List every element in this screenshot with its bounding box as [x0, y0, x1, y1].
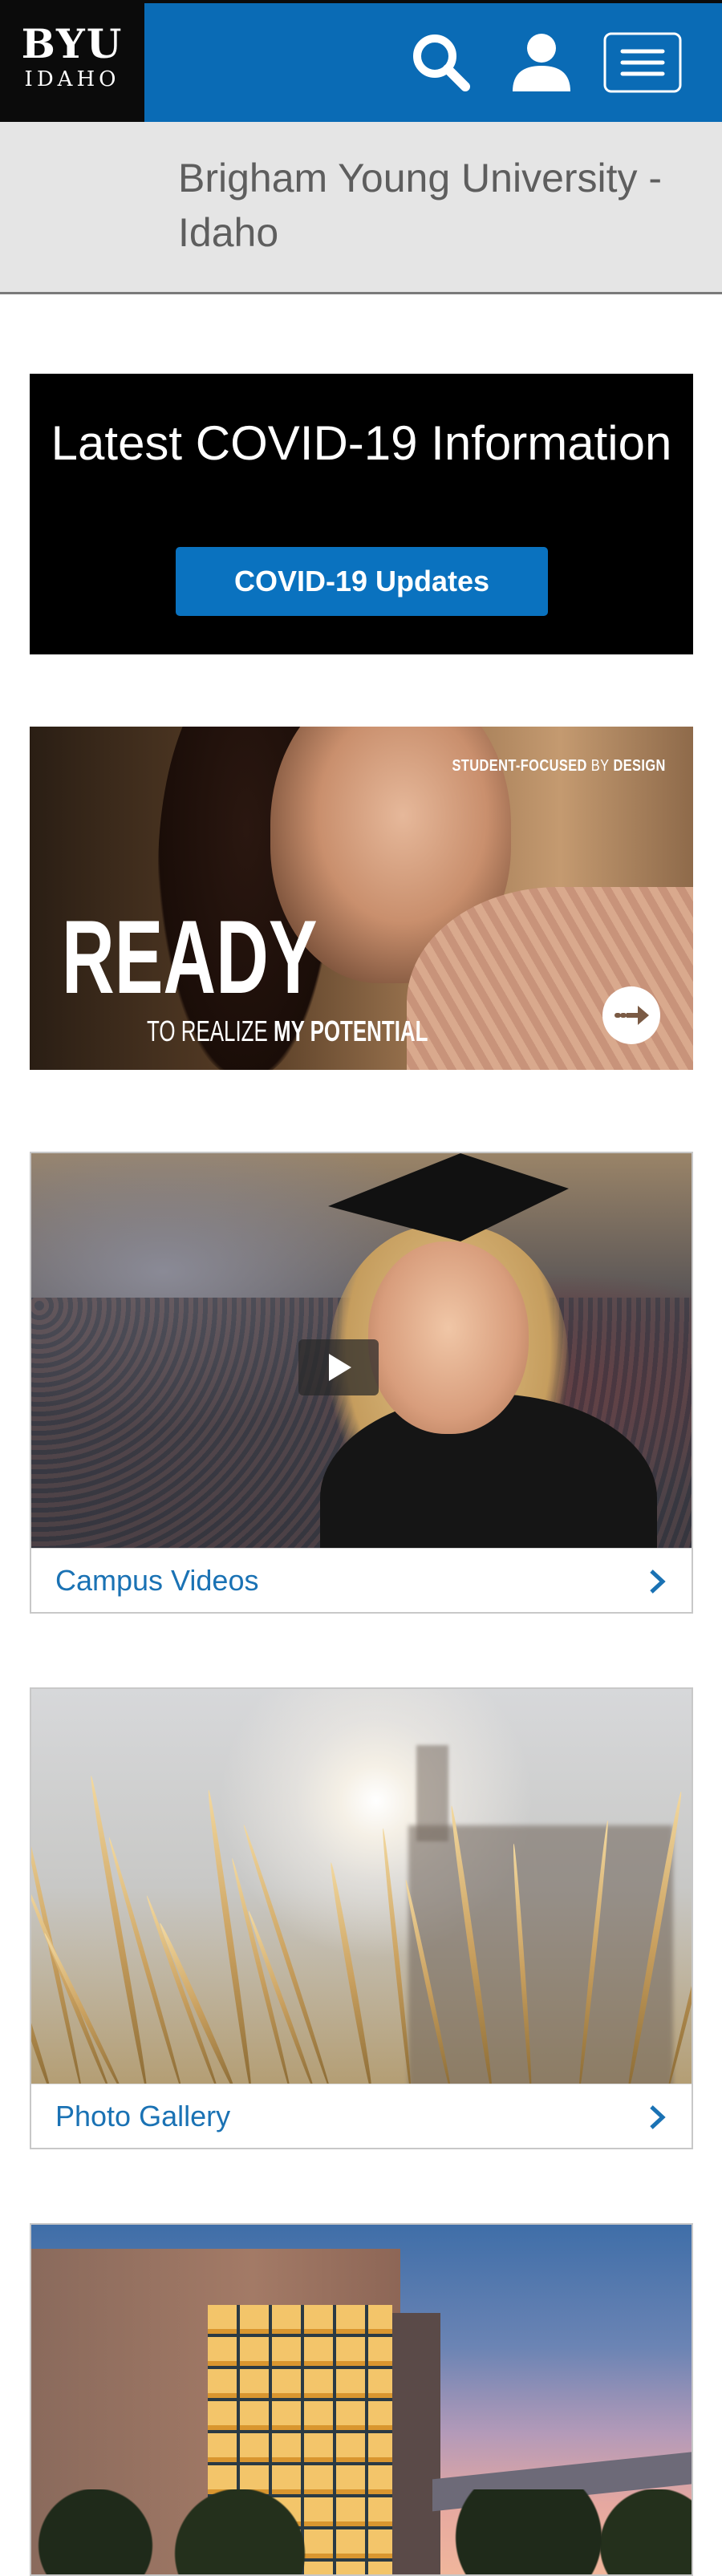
building-trees	[31, 2489, 692, 2574]
logo-byu-text: BYU	[21, 20, 124, 67]
photo-gallery-image	[31, 1689, 692, 2084]
logo-idaho-text: IDAHO	[24, 67, 120, 91]
user-icon	[513, 34, 570, 91]
chevron-right-icon	[645, 2104, 669, 2131]
campus-videos-label[interactable]: Campus Videos	[55, 1563, 258, 1598]
video-graduate-face	[368, 1241, 529, 1434]
covid-heading: Latest COVID-19 Information	[51, 416, 672, 470]
ready-promo-banner[interactable]: STUDENT-FOCUSED BY DESIGN READY TO REALI…	[30, 727, 693, 1070]
play-video-button[interactable]	[298, 1339, 379, 1395]
promo-headline: READY	[62, 898, 318, 1015]
grass-stalk	[229, 1857, 293, 2084]
promo-tagline: STUDENT-FOCUSED BY DESIGN	[452, 757, 666, 776]
grass-stalk	[511, 1843, 533, 2084]
photo-gallery-footer[interactable]: Photo Gallery	[31, 2084, 692, 2148]
site-title-bar: Brigham Young University - Idaho	[0, 122, 722, 294]
covid-updates-button[interactable]: COVID-19 Updates	[176, 547, 548, 616]
chevron-right-icon	[645, 1568, 669, 1595]
grass-stalk	[448, 1804, 495, 2084]
campus-building-card[interactable]	[30, 2223, 693, 2576]
grass-stalk	[577, 1820, 610, 2084]
play-icon	[329, 1354, 351, 1381]
grass-stalk	[403, 1879, 453, 2084]
promo-subheadline: TO REALIZE MY POTENTIAL	[147, 1015, 428, 1047]
campus-videos-image	[31, 1153, 692, 1548]
photo-gallery-label[interactable]: Photo Gallery	[55, 2099, 230, 2134]
search-button[interactable]	[406, 27, 477, 98]
photo-grass-field	[31, 1689, 692, 2084]
covid-banner: Latest COVID-19 Information COVID-19 Upd…	[30, 374, 693, 654]
grass-stalk	[42, 1931, 124, 2084]
promo-tag-part3: DESIGN	[613, 757, 666, 775]
promo-tag-part2: BY	[590, 757, 610, 775]
account-button[interactable]	[506, 27, 577, 98]
promo-sub-bold: MY POTENTIAL	[273, 1015, 428, 1047]
promo-sub-prefix: TO REALIZE	[147, 1015, 268, 1047]
promo-tag-part1: STUDENT-FOCUSED	[452, 757, 588, 775]
photo-gallery-card[interactable]: Photo Gallery	[30, 1687, 693, 2149]
grass-stalk	[156, 1922, 238, 2084]
grass-stalk	[327, 1861, 375, 2084]
menu-icon	[603, 32, 682, 93]
campus-videos-card[interactable]: Campus Videos	[30, 1152, 693, 1614]
grass-stalk	[625, 1791, 684, 2084]
site-title: Brigham Young University - Idaho	[178, 156, 663, 255]
grass-stalk	[144, 1894, 221, 2084]
grass-stalk	[380, 1828, 413, 2084]
byu-idaho-logo[interactable]: BYU IDAHO	[0, 3, 144, 122]
grass-stalk	[31, 1808, 84, 2084]
arrow-right-circle-icon	[615, 1006, 649, 1025]
search-icon	[413, 34, 470, 91]
campus-videos-footer[interactable]: Campus Videos	[31, 1548, 692, 1612]
site-header: BYU IDAHO	[0, 0, 722, 122]
menu-button[interactable]	[603, 32, 682, 93]
promo-arrow-button[interactable]	[602, 986, 660, 1044]
